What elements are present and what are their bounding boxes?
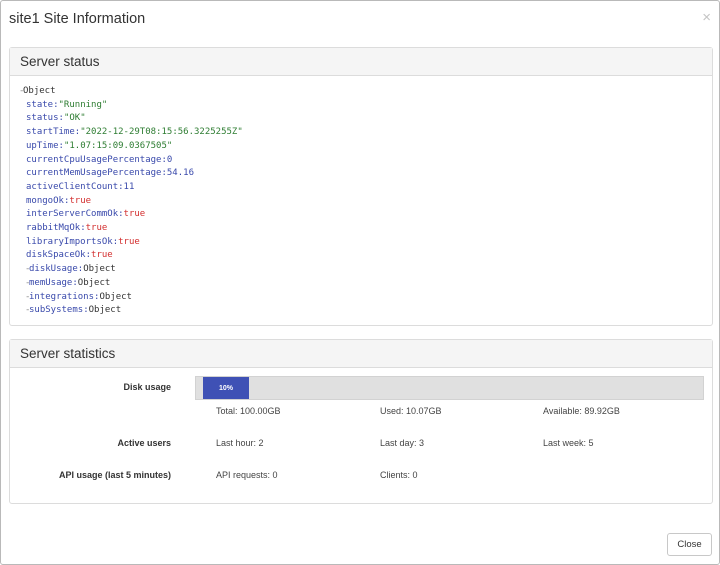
json-value: Object	[99, 291, 132, 302]
json-key: diskUsage	[29, 264, 78, 275]
json-key: integrations	[29, 291, 95, 302]
json-entry-mongoOk: mongoOk:true	[26, 195, 92, 206]
json-value: "Running"	[58, 99, 108, 110]
json-value: true	[123, 209, 146, 220]
json-value: true	[91, 250, 113, 261]
close-icon[interactable]: ×	[702, 10, 711, 25]
json-key: rabbitMqOk	[26, 223, 81, 234]
json-entry-memUsage[interactable]: -memUsage:Object	[19, 277, 243, 291]
json-value: 54.16	[166, 168, 194, 179]
json-key: currentCpuUsagePercentage	[26, 154, 162, 165]
json-key: interServerCommOk	[26, 209, 119, 220]
json-key: activeClientCount	[26, 181, 119, 192]
api-clients-text: Clients: 0	[380, 470, 418, 480]
disk-available-text: Available: 89.92GB	[543, 406, 620, 416]
json-key: currentMemUsagePercentage	[26, 168, 162, 179]
json-tree-root[interactable]: -Object	[19, 85, 243, 99]
json-entry-diskSpaceOk: diskSpaceOk:true	[26, 250, 113, 261]
json-entry-startTime: startTime:"2022-12-29T08:15:56.3225255Z"	[26, 127, 243, 138]
json-value: Object	[88, 305, 122, 316]
disk-usage-percent-label: 10%	[218, 384, 233, 392]
json-value: "2022-12-29T08:15:56.3225255Z"	[80, 127, 243, 138]
json-value: true	[85, 223, 108, 234]
json-key: state	[26, 99, 54, 110]
json-entry-interServerCommOk: interServerCommOk:true	[26, 209, 146, 220]
json-key: subSystems	[29, 305, 84, 316]
disk-total-text: Total: 100.00GB	[216, 406, 281, 416]
json-key: status	[26, 113, 59, 124]
json-entry-currentCpuUsagePercentage: currentCpuUsagePercentage:0	[26, 154, 173, 165]
modal-title: site1 Site Information	[9, 11, 146, 27]
server-statistics-heading: Server statistics	[10, 340, 712, 368]
json-key: libraryImportsOk	[26, 236, 113, 247]
modal-header: site1 Site Information ×	[1, 1, 719, 39]
json-entry-rabbitMqOk: rabbitMqOk:true	[26, 223, 108, 234]
disk-usage-label: Disk usage	[123, 382, 171, 392]
json-key: upTime	[26, 140, 59, 151]
json-value: "OK"	[63, 113, 86, 124]
json-entry-activeClientCount: activeClientCount:11	[26, 181, 135, 192]
json-key: mongoOk	[26, 195, 64, 206]
json-value: true	[118, 236, 140, 247]
json-value: 0	[166, 154, 173, 165]
site-information-modal: site1 Site Information × Server status -…	[0, 0, 720, 565]
json-entry-upTime: upTime:"1.07:15:09.0367505"	[26, 140, 173, 151]
json-entry-state: state:"Running"	[26, 99, 108, 110]
json-entry-currentMemUsagePercentage: currentMemUsagePercentage:54.16	[26, 168, 194, 179]
api-usage-label: API usage (last 5 minutes)	[58, 470, 171, 480]
json-entry-status: status:"OK"	[26, 113, 86, 124]
json-root-label: Object	[23, 86, 56, 96]
server-status-heading: Server status	[10, 48, 712, 76]
server-status-panel: Server status -Object state:"Running" sta…	[9, 47, 713, 326]
last-week-text: Last week: 5	[543, 438, 594, 448]
json-value: Object	[83, 264, 116, 275]
json-tree: -Object state:"Running" status:"OK" startT…	[19, 85, 243, 318]
json-key: memUsage	[29, 277, 73, 288]
close-button[interactable]: Close	[667, 533, 712, 556]
json-key: diskSpaceOk	[26, 250, 86, 261]
disk-usage-progress-fill: 10%	[203, 377, 249, 399]
json-value: "1.07:15:09.0367505"	[63, 140, 173, 151]
disk-usage-progress-bar: 10%	[195, 376, 704, 400]
json-entry-libraryImportsOk: libraryImportsOk:true	[26, 236, 140, 247]
json-value: Object	[77, 277, 111, 288]
last-day-text: Last day: 3	[380, 438, 425, 448]
json-entry-integrations[interactable]: -integrations:Object	[19, 291, 243, 305]
disk-used-text: Used: 10.07GB	[380, 406, 442, 416]
active-users-label: Active users	[117, 438, 171, 448]
json-value: true	[69, 195, 92, 206]
server-statistics-panel: Server statistics Disk usage 10% Total: …	[9, 339, 713, 504]
last-hour-text: Last hour: 2	[216, 438, 264, 448]
json-entry-diskUsage[interactable]: -diskUsage:Object	[19, 263, 243, 277]
api-requests-text: API requests: 0	[216, 470, 278, 480]
json-entry-subSystems[interactable]: -subSystems:Object	[19, 304, 243, 318]
json-key: startTime	[26, 127, 75, 138]
json-value: 11	[123, 181, 135, 192]
